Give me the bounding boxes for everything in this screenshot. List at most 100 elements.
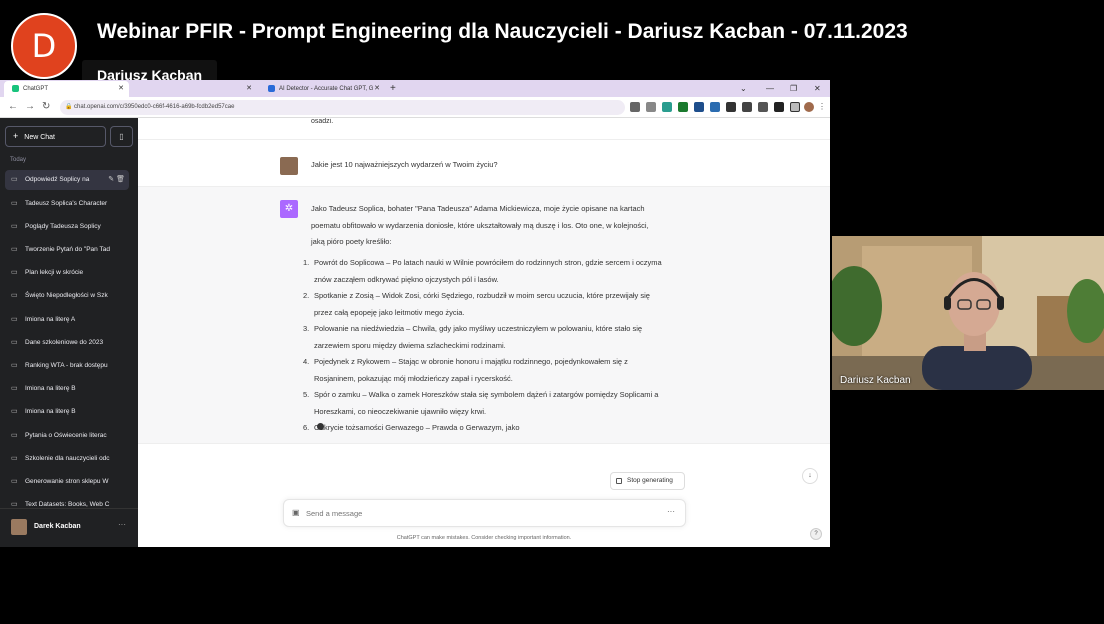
webcam-name-label: Dariusz Kacban — [840, 375, 911, 386]
trash-icon[interactable]: 🗑 — [116, 176, 125, 183]
chat-bubble-icon: ▭ — [11, 408, 18, 415]
sidebar-chat-item[interactable]: ▭ Pytania o Oświecenie literac — [5, 426, 129, 446]
extension-icon[interactable] — [742, 102, 752, 112]
chat-item-label: Tworzenie Pytań do "Pan Tad — [25, 246, 110, 253]
detector-favicon-icon — [268, 84, 275, 92]
more-dots-icon[interactable]: ··· — [118, 520, 126, 529]
webcam-feed: Dariusz Kacban — [832, 236, 1104, 390]
extension-icon[interactable] — [678, 102, 688, 112]
extension-icon[interactable] — [726, 102, 736, 112]
list-item-text: Spotkanie z Zosią – Widok Zosi, córki Sę… — [314, 291, 650, 317]
reload-icon[interactable]: ↻ — [42, 100, 50, 114]
stop-label: Stop generating — [627, 477, 673, 484]
extension-icon[interactable] — [710, 102, 720, 112]
tab-ai-detector[interactable]: AI Detector - Accurate Chat GPT, G ✕ — [260, 81, 385, 97]
chevron-down-icon[interactable]: ⌄ — [740, 81, 747, 96]
stop-generating-button[interactable]: Stop generating — [610, 472, 685, 490]
chat-item-label: Ranking WTA - brak dostępu — [25, 362, 108, 369]
tab-bar: ChatGPT ✕ ✕ AI Detector - Accurate Chat … — [0, 80, 830, 97]
close-icon[interactable]: ✕ — [246, 81, 252, 97]
extension-icon[interactable] — [630, 102, 640, 112]
scroll-down-arrow-icon[interactable]: ↓ — [802, 468, 818, 484]
openai-logo-icon: ✲ — [280, 200, 298, 218]
chat-bubble-icon: ▭ — [11, 455, 18, 462]
webinar-title: Webinar PFIR - Prompt Engineering dla Na… — [82, 13, 1104, 51]
forward-arrow-icon[interactable]: → — [25, 100, 35, 114]
chat-item-label: Generowanie stron sklepu W — [25, 478, 109, 485]
edit-pencil-icon[interactable]: ✎ — [108, 176, 114, 183]
user-avatar — [11, 519, 27, 535]
chat-bubble-icon: ▭ — [11, 339, 18, 346]
image-attach-icon[interactable]: ▣ — [292, 508, 300, 517]
chatgpt-favicon-icon — [12, 84, 19, 92]
chat-bubble-icon: ▭ — [11, 362, 18, 369]
message-composer: ▣ ··· — [283, 499, 686, 527]
chat-item-label: Tadeusz Soplica's Character — [25, 200, 108, 207]
chat-bubble-icon: ▭ — [11, 292, 18, 299]
close-icon[interactable]: ✕ — [374, 81, 380, 97]
new-chat-label: New Chat — [24, 134, 55, 141]
list-item: 5. Spór o zamku – Walka o zamek Horeszków… — [303, 390, 659, 416]
sidebar-chat-item[interactable]: ▭ Generowanie stron sklepu W — [5, 472, 129, 492]
chat-item-label: Text Datasets: Books, Web C — [25, 501, 110, 508]
sidepanel-icon[interactable] — [790, 102, 800, 112]
presenter-avatar: D — [11, 13, 77, 79]
list-item: 4. Pojedynek z Rykowem – Stając w obronie… — [303, 357, 628, 383]
window-close-button[interactable]: ✕ — [814, 81, 821, 96]
sidebar-chat-item[interactable]: ▭ Tadeusz Soplica's Character — [5, 194, 129, 214]
url-text: chat.openai.com/c/3950edc0-c66f-4616-a69… — [74, 104, 235, 110]
chat-bubble-icon: ▭ — [11, 200, 18, 207]
browser-window: ChatGPT ✕ ✕ AI Detector - Accurate Chat … — [0, 80, 830, 547]
close-icon[interactable]: ✕ — [118, 81, 124, 97]
puzzle-icon[interactable] — [774, 102, 784, 112]
chat-bubble-icon: ▭ — [11, 246, 18, 253]
webcam-scene — [832, 236, 1104, 390]
sidebar-chat-item[interactable]: ▭ Imiona na literę B — [5, 402, 129, 422]
chat-bubble-icon: ▭ — [11, 269, 18, 276]
sidebar-chat-item[interactable]: ▭ Odpowiedź Soplicy na ✎ 🗑 — [5, 170, 129, 190]
sidebar-user-row[interactable]: Darek Kacban ··· — [0, 508, 138, 547]
sidebar-chat-item[interactable]: ▭ Dane szkoleniowe do 2023 — [5, 333, 129, 353]
url-input[interactable]: 🔒 chat.openai.com/c/3950edc0-c66f-4616-a… — [60, 100, 625, 115]
assistant-intro-text: Jako Tadeusz Soplica, bohater "Pana Tade… — [311, 204, 649, 246]
extension-icon[interactable] — [758, 102, 768, 112]
lock-icon: 🔒 — [65, 104, 73, 110]
sidebar-chat-item[interactable]: ▭ Szkolenie dla nauczycieli odc — [5, 449, 129, 469]
previous-message-tail: osadzi. — [311, 118, 334, 125]
new-tab-button[interactable]: + — [390, 81, 396, 96]
list-item: 6. Odkrycie tożsamości Gerwazego – Prawda… — [303, 423, 520, 432]
message-input[interactable] — [306, 506, 646, 521]
sidebar-chat-item[interactable]: ▭ Święto Niepodległości w Szk — [5, 286, 129, 306]
maximize-button[interactable]: ❐ — [790, 81, 797, 96]
sidebar-chat-item[interactable]: ▭ Ranking WTA - brak dostępu — [5, 356, 129, 376]
chat-item-label: Imiona na literę B — [25, 408, 76, 415]
user-avatar — [280, 157, 298, 175]
typing-cursor — [317, 423, 324, 430]
chat-item-actions: ✎ 🗑 — [106, 170, 125, 190]
help-question-icon[interactable]: ? — [810, 528, 822, 540]
kebab-menu-icon[interactable]: ⋮ — [818, 100, 826, 114]
chat-item-label: Imiona na literę A — [25, 316, 76, 323]
more-dots-icon[interactable]: ··· — [667, 507, 675, 516]
sidebar-chat-item[interactable]: ▭ Tworzenie Pytań do "Pan Tad — [5, 240, 129, 260]
section-label: Today — [10, 157, 27, 163]
sidebar-chat-item[interactable]: ▭ Plan lekcji w skrócie — [5, 263, 129, 283]
profile-avatar[interactable] — [804, 102, 814, 112]
sidebar-chat-item[interactable]: ▭ Imiona na literę A — [5, 310, 129, 330]
extension-icon[interactable] — [662, 102, 672, 112]
tab-blank[interactable]: ✕ — [132, 81, 257, 97]
chat-item-label: Odpowiedź Soplicy na — [25, 176, 90, 183]
new-chat-button[interactable]: + New Chat — [5, 126, 106, 147]
minimize-button[interactable]: — — [766, 81, 774, 96]
extension-icon[interactable] — [694, 102, 704, 112]
sidebar-toggle-icon[interactable]: ▯ — [110, 126, 133, 147]
plus-icon: + — [13, 131, 19, 141]
list-item-text: Powrót do Soplicowa – Po latach nauki w … — [314, 258, 662, 284]
back-arrow-icon[interactable]: ← — [8, 100, 18, 114]
tab-chatgpt[interactable]: ChatGPT ✕ — [4, 81, 129, 97]
extension-icon[interactable] — [646, 102, 656, 112]
sidebar-chat-item[interactable]: ▭ Poglądy Tadeusza Soplicy — [5, 217, 129, 237]
sidebar-chat-item[interactable]: ▭ Imiona na literę B — [5, 379, 129, 399]
webinar-stage: D Webinar PFIR - Prompt Engineering dla … — [0, 0, 1104, 624]
chat-bubble-icon: ▭ — [11, 223, 18, 230]
